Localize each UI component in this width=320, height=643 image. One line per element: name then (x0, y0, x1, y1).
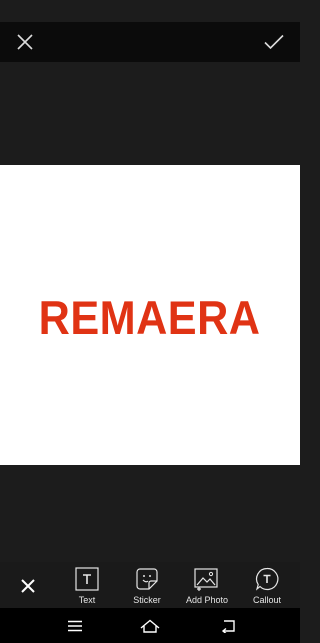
system-nav-bar (0, 608, 300, 643)
sticker-tool-label: Sticker (133, 595, 161, 605)
text-tool-label: Text (78, 595, 96, 605)
callout-tool-label: Callout (252, 595, 281, 605)
checkmark-icon (264, 34, 284, 50)
sticker-icon (134, 566, 160, 592)
add-photo-tool-label: Add Photo (185, 595, 229, 605)
text-tool-button[interactable]: Text (56, 566, 118, 608)
callout-tool-button[interactable]: Callout (236, 566, 298, 608)
back-button[interactable] (208, 612, 248, 639)
add-photo-icon (194, 566, 220, 592)
sticker-tool-button[interactable]: Sticker (116, 566, 178, 608)
status-bar (0, 0, 300, 22)
text-box-icon (74, 566, 100, 592)
menu-icon (68, 620, 82, 631)
home-icon (140, 619, 160, 633)
close-button[interactable] (5, 22, 45, 62)
image-canvas[interactable]: REMAERA (0, 165, 300, 465)
done-button[interactable] (254, 22, 294, 62)
bottom-toolbar: Text Sticker Add Photo Callout (0, 562, 300, 608)
recent-apps-button[interactable] (55, 612, 95, 639)
cancel-button[interactable] (9, 570, 47, 602)
top-bar (0, 22, 300, 62)
close-icon (17, 34, 33, 50)
home-button[interactable] (130, 612, 170, 639)
back-icon (221, 619, 235, 633)
close-icon (21, 579, 35, 593)
callout-icon (254, 566, 280, 592)
add-photo-tool-button[interactable]: Add Photo (176, 566, 238, 608)
canvas-text: REMAERA (39, 290, 261, 344)
